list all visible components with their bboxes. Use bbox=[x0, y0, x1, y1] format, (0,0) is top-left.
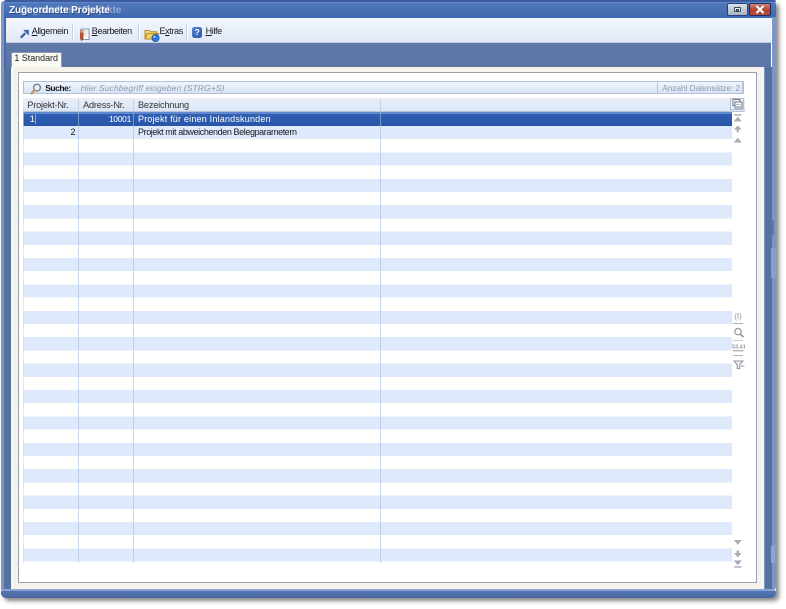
svg-text:53,41: 53,41 bbox=[732, 345, 745, 351]
